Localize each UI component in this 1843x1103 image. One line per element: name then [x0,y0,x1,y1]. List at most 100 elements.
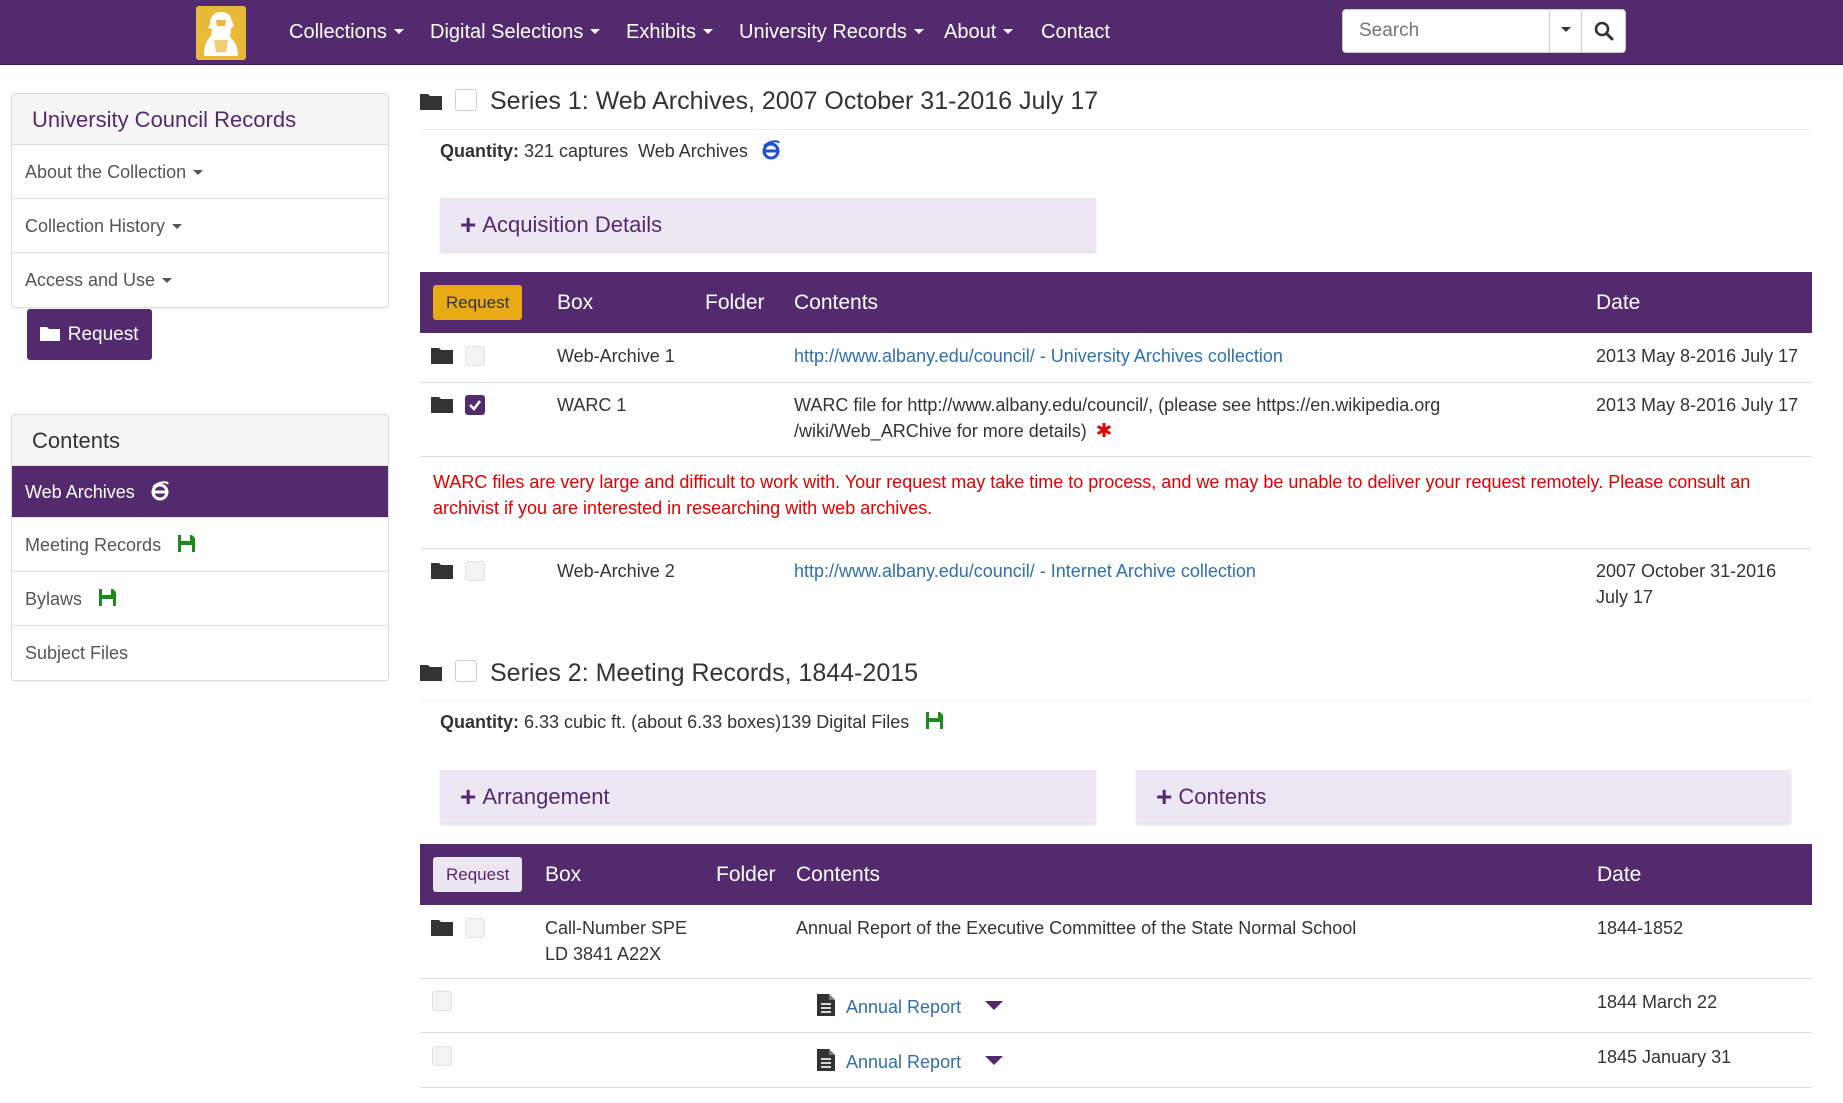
contents-cell-line-1: WARC file for http://www.albany.edu/coun… [794,395,1441,415]
nav-university-records[interactable]: University Records [739,0,924,65]
search-icon [1594,21,1613,41]
folder-open-icon [40,327,61,341]
plus-icon: + [460,781,477,812]
sidebar-item-collection-history[interactable]: Collection History [12,199,388,253]
date-cell: 1844 March 22 [1597,992,1718,1012]
row-checkbox[interactable] [465,561,485,581]
sidebar-item-about-collection[interactable]: About the Collection [12,145,388,199]
caret-down-icon [193,169,204,175]
search-box [1342,9,1626,53]
series-1-quantity: Quantity: 321 captures Web Archives [440,140,781,162]
folder-icon [431,920,453,936]
sidebar-item-access-and-use[interactable]: Access and Use [12,253,388,307]
row-checkbox[interactable] [465,346,485,366]
series-2-title: Series 2: Meeting Records, 1844-2015 [490,659,919,687]
contents-item-subject-files[interactable]: Subject Files [12,626,388,680]
column-header-date: Date [1597,863,1642,886]
nav-exhibits[interactable]: Exhibits [626,0,714,65]
caret-down-icon [172,223,183,229]
series-2-checkbox[interactable] [455,660,477,682]
series-1-table-header: Request Box Folder Contents Date [420,272,1812,333]
date-cell: 2013 May 8-2016 July 17 [1596,395,1799,415]
column-header-folder: Folder [716,863,776,886]
row-checkbox-checked[interactable] [465,395,485,415]
arrangement-toggle[interactable]: + Arrangement [440,770,1096,823]
contents-title: Contents [12,415,388,466]
folder-icon [420,94,442,110]
collection-title: University Council Records [12,94,388,145]
nav-collections[interactable]: Collections [289,0,404,65]
annual-report-link[interactable]: Annual Report [846,1049,961,1075]
folder-icon [431,397,453,413]
ie-icon [762,140,780,160]
box-cell: WARC 1 [557,395,627,415]
folder-icon [431,563,453,579]
box-cell-line-1: Call-Number SPE [545,918,688,938]
top-navbar: Collections Digital Selections Exhibits … [0,0,1843,65]
acquisition-details-toggle[interactable]: + Acquisition Details [440,198,1096,251]
row-divider [420,978,1812,979]
caret-down-icon [1003,29,1014,35]
caret-down-icon [162,277,173,283]
column-header-box: Box [545,863,582,886]
request-selected-button[interactable]: Request [433,285,523,320]
contents-panel: Contents Web Archives Meeting Records By… [11,414,389,681]
check-icon [469,400,481,411]
folder-icon [420,665,442,681]
expand-caret-icon[interactable] [985,1001,1003,1010]
plus-icon: + [460,209,477,240]
row-divider [420,1087,1812,1088]
search-button[interactable] [1581,10,1625,52]
contents-cell: Annual Report of the Executive Committee… [796,918,1357,938]
contents-item-web-archives[interactable]: Web Archives [12,466,388,518]
contents-link[interactable]: http://www.albany.edu/council/ - Interne… [794,558,1256,584]
column-header-contents: Contents [796,863,881,886]
box-cell: Web-Archive 1 [557,346,675,366]
caret-down-icon [913,29,924,35]
search-input[interactable] [1343,10,1549,52]
asterisk-icon [1097,422,1111,438]
nav-about[interactable]: About [944,0,1014,65]
expand-caret-icon[interactable] [985,1056,1003,1065]
ie-icon [151,481,169,501]
document-icon [817,994,835,1016]
row-checkbox[interactable] [432,991,452,1011]
box-cell-line-2: LD 3841 A22X [545,944,662,964]
series-1-checkbox[interactable] [455,89,477,111]
date-cell: 2013 May 8-2016 July 17 [1596,346,1799,366]
divider [420,129,1812,130]
date-cell: 1844-1852 [1597,918,1684,938]
collection-nav-panel: University Council Records About the Col… [11,93,389,308]
series-2-quantity: Quantity: 6.33 cubic ft. (about 6.33 box… [440,712,944,733]
series-2-table-header: Request Box Folder Contents Date [420,844,1812,905]
floppy-disk-icon [926,712,944,729]
row-divider [420,548,1812,549]
floppy-disk-icon [99,589,117,606]
contents-cell-line-2: /wiki/Web_ARChive for more details) [794,418,1111,444]
contents-toggle[interactable]: + Contents [1136,770,1791,823]
request-button[interactable]: Request [27,309,152,360]
search-options-dropdown[interactable] [1549,10,1581,52]
university-logo[interactable] [196,6,246,60]
nav-contact[interactable]: Contact [1041,0,1110,65]
contents-item-meeting-records[interactable]: Meeting Records [12,518,388,572]
row-divider [420,382,1812,383]
divider [420,700,1812,701]
annual-report-link[interactable]: Annual Report [846,994,961,1020]
contents-item-bylaws[interactable]: Bylaws [12,572,388,626]
column-header-box: Box [557,291,594,314]
row-checkbox[interactable] [432,1046,452,1066]
caret-down-icon [393,29,404,35]
caret-down-icon [590,29,601,35]
nav-digital-selections[interactable]: Digital Selections [430,0,601,65]
row-checkbox[interactable] [465,918,485,938]
warc-warning-line-1: WARC files are very large and difficult … [433,472,1751,492]
date-cell-line-2: July 17 [1596,587,1654,607]
request-selected-button[interactable]: Request [433,857,523,892]
column-header-contents: Contents [794,291,879,314]
contents-link[interactable]: http://www.albany.edu/council/ - Univers… [794,343,1283,369]
date-cell-line-1: 2007 October 31-2016 [1596,561,1777,581]
document-icon [817,1049,835,1071]
floppy-disk-icon [178,535,196,552]
row-divider [420,456,1812,457]
